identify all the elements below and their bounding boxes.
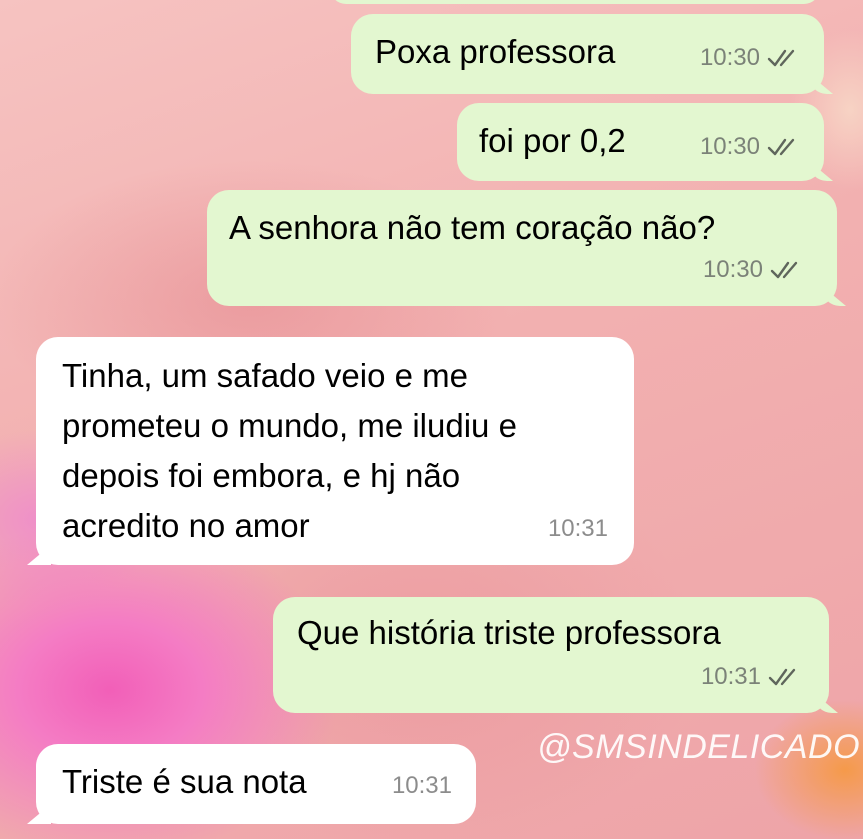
message-meta: 10:31	[548, 505, 608, 553]
message-bubble-outgoing[interactable]: foi por 0,2 10:30	[457, 103, 824, 181]
message-text: A senhora não tem coração não?	[229, 209, 716, 246]
message-meta: 10:30	[703, 246, 805, 294]
double-check-icon	[770, 261, 798, 279]
message-text: Poxa professora	[375, 33, 616, 70]
message-time: 10:30	[699, 44, 760, 71]
message-bubble-outgoing[interactable]: Poxa professora 10:30	[351, 14, 824, 94]
message-time: 10:31	[547, 515, 608, 542]
message-time: 10:31	[700, 663, 761, 690]
double-check-icon	[767, 138, 795, 156]
message-meta: 10:31	[392, 762, 452, 810]
message-meta: 10:30	[700, 123, 802, 171]
message-bubble-outgoing[interactable]: A senhora não tem coração não? 10:30	[207, 190, 837, 306]
message-time: 10:31	[391, 772, 452, 799]
watermark: @SMSINDELICADO	[537, 728, 861, 766]
message-bubble-incoming[interactable]: Triste é sua nota 10:31	[36, 744, 476, 824]
message-text: Triste é sua nota	[62, 763, 307, 800]
double-check-icon	[768, 668, 796, 686]
double-check-icon	[767, 49, 795, 67]
message-time: 10:30	[699, 133, 760, 160]
message-meta: 10:30	[700, 34, 802, 82]
message-meta: 10:31	[701, 653, 803, 701]
message-text: foi por 0,2	[479, 122, 626, 159]
message-bubble-incoming[interactable]: Tinha, um safado veio e me prometeu o mu…	[36, 337, 634, 565]
message-time: 10:30	[702, 256, 763, 283]
message-bubble-outgoing[interactable]: Que história triste professora 10:31	[273, 597, 829, 713]
message-text: Que história triste professora	[297, 614, 721, 651]
previous-message-bubble-edge	[330, 0, 820, 4]
message-text: Tinha, um safado veio e me prometeu o mu…	[62, 357, 517, 544]
